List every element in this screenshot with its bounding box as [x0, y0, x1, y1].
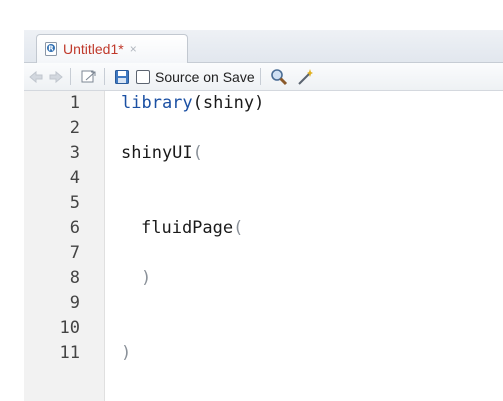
line-number: 1 [69, 93, 80, 113]
r-script-file-icon: R [43, 41, 59, 57]
tab-title: Untitled1* [63, 41, 124, 57]
function-name: fluidPage [141, 218, 234, 238]
toolbar-separator [70, 68, 71, 85]
function-name: library [121, 93, 193, 113]
line-number: 4 [69, 168, 80, 188]
line-number: 6 [69, 218, 80, 238]
line-number: 8 [69, 268, 80, 288]
toolbar-separator [104, 68, 105, 85]
tab-untitled1[interactable]: R Untitled1* × [36, 34, 188, 63]
tab-close-icon[interactable]: × [130, 42, 137, 56]
code-line-6: fluidPage( [141, 216, 243, 241]
show-in-window-icon[interactable] [80, 67, 98, 87]
close-paren: ) [254, 93, 265, 113]
code-line-8: ) [141, 268, 152, 288]
open-paren: ( [192, 143, 203, 163]
open-paren: ( [233, 218, 244, 238]
window-top-area [0, 0, 503, 30]
editor-tab-bar: R Untitled1* × [24, 30, 503, 63]
code-editor[interactable]: 1 2 3 4 5 6 7 8 9 10 11 library(shiny) s… [24, 91, 503, 401]
source-on-save-checkbox[interactable] [136, 70, 150, 84]
function-name: shinyUI [121, 143, 193, 163]
forward-arrow-icon[interactable] [48, 67, 64, 87]
code-line-3: shinyUI( [121, 141, 203, 166]
save-icon[interactable] [114, 67, 130, 87]
search-icon[interactable] [270, 67, 288, 87]
line-number: 2 [69, 118, 80, 138]
editor-toolbar: Source on Save [24, 63, 503, 91]
source-on-save-label: Source on Save [155, 69, 255, 85]
open-paren: ( [192, 93, 203, 113]
code-tools-wand-icon[interactable] [296, 67, 314, 87]
line-number: 5 [69, 193, 80, 213]
svg-text:R: R [48, 45, 54, 53]
line-number: 9 [69, 293, 80, 313]
code-line-1: library(shiny) [121, 91, 264, 116]
line-number: 7 [69, 243, 80, 263]
code-line-11: ) [121, 343, 132, 363]
source-on-save-checkbox-group[interactable]: Source on Save [136, 67, 255, 87]
line-number: 10 [59, 318, 80, 338]
back-arrow-icon[interactable] [28, 67, 44, 87]
toolbar-separator [260, 68, 261, 85]
line-number: 3 [69, 143, 80, 163]
line-number: 11 [59, 343, 80, 363]
argument: shiny [202, 93, 255, 113]
